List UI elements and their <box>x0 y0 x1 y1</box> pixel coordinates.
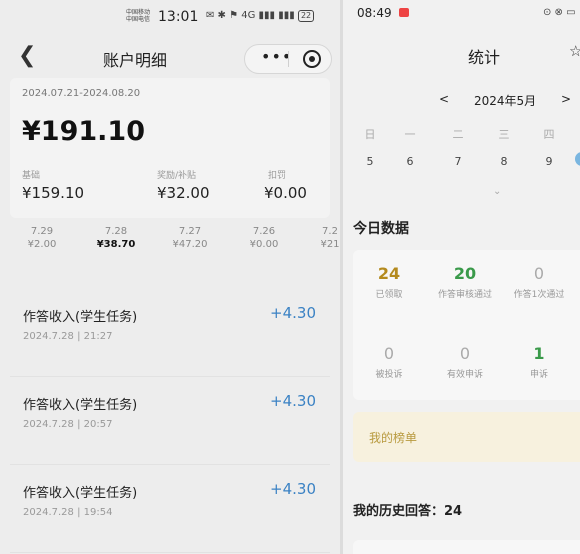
total-amount: ¥191.10 <box>22 116 145 147</box>
next-month-icon[interactable]: > <box>561 92 571 106</box>
metric-value: 0 <box>533 264 545 283</box>
today-section-title: 今日数据 <box>353 221 409 237</box>
transaction-amount: +4.30 <box>270 480 316 498</box>
weekday-label: 二 <box>452 128 464 141</box>
penalty-label: 扣罚 <box>268 171 287 181</box>
carrier-bottom: 中国电信 <box>126 16 151 23</box>
day-amount: ¥38.70 <box>96 239 136 250</box>
metric-claimed: 24 已领取 <box>349 264 429 300</box>
day-date: 7.28 <box>104 226 128 237</box>
metric-label: 申诉 <box>529 370 548 380</box>
period-range: 2024.07.21-2024.08.20 <box>22 88 141 99</box>
base-value: ¥159.10 <box>22 184 85 202</box>
metric-label: 有效申诉 <box>446 370 483 380</box>
metric-label: 已领取 <box>375 290 403 300</box>
metric-valid-appeal: 0 有效申诉 <box>425 344 505 380</box>
day-item[interactable]: 7.27 ¥47.20 <box>160 226 220 250</box>
weekday-label: 一 <box>404 128 416 141</box>
transaction-title: 作答收入(学生任务) <box>23 486 138 501</box>
month-navigator: < 2024年5月 > <box>343 92 580 112</box>
day-date: 7.29 <box>30 226 54 237</box>
weekday-label: 四 <box>543 128 555 141</box>
date-cell[interactable]: 6 <box>395 155 425 168</box>
metric-value: 20 <box>453 264 477 283</box>
day-item[interactable]: 7.26 ¥0.00 <box>234 226 294 250</box>
day-item-selected[interactable]: 7.28 ¥38.70 <box>86 226 146 250</box>
status-bar: 中国移动 中国电信 13:01 ✉ ✱ ⚑ 4G ▮▮▮ ▮▮▮ 22 <box>0 0 340 32</box>
left-screen: 中国移动 中国电信 13:01 ✉ ✱ ⚑ 4G ▮▮▮ ▮▮▮ 22 ❮ 账户… <box>0 0 340 554</box>
transaction-row[interactable]: 作答收入(学生任务) 2024.7.28 | 20:57 +4.30 <box>10 384 330 465</box>
transaction-title: 作答收入(学生任务) <box>23 310 138 325</box>
history-card <box>353 540 580 554</box>
transaction-title: 作答收入(学生任务) <box>23 398 138 413</box>
capsule-divider <box>288 51 289 67</box>
date-cell[interactable]: 8 <box>489 155 519 168</box>
today-marker[interactable] <box>575 152 580 166</box>
metric-label: 作答1次通过 <box>513 290 565 300</box>
day-date: 7.26 <box>252 226 276 237</box>
notification-icon <box>399 8 409 17</box>
history-answers: 我的历史回答：24 <box>353 504 463 519</box>
expand-calendar-icon[interactable]: ⌄ <box>493 186 501 197</box>
ranking-label: 我的榜单 <box>369 431 418 445</box>
carrier-top: 中国移动 <box>126 9 151 16</box>
close-target-icon[interactable] <box>303 50 321 68</box>
status-icons: ✉ ✱ ⚑ 4G ▮▮▮ ▮▮▮ 22 <box>206 10 315 22</box>
date-cell[interactable]: 9 <box>534 155 564 168</box>
transaction-time: 2024.7.28 | 21:27 <box>23 331 113 342</box>
transaction-time: 2024.7.28 | 19:54 <box>23 507 113 518</box>
metric-value: 24 <box>377 264 401 283</box>
status-icons: ⊙ ⊗ ▭ <box>543 7 576 18</box>
day-date: 7.2 <box>322 226 338 237</box>
date-cell[interactable]: 5 <box>355 155 385 168</box>
day-amount: ¥0.00 <box>249 239 279 250</box>
day-amount: ¥21 <box>320 239 340 250</box>
day-selector: 7.29 ¥2.00 7.28 ¥38.70 7.27 ¥47.20 7.26 … <box>10 226 340 276</box>
battery-icon: 22 <box>297 10 315 22</box>
day-date: 7.27 <box>178 226 202 237</box>
status-time: 13:01 <box>158 9 199 25</box>
metric-value: 1 <box>533 344 545 363</box>
metric-appeal: 1 申诉 <box>499 344 579 380</box>
transaction-row[interactable]: 作答收入(学生任务) 2024.7.28 | 19:54 +4.30 <box>10 472 330 553</box>
transaction-row[interactable]: 作答收入(学生任务) 2024.7.28 | 21:27 +4.30 <box>10 296 330 377</box>
metric-value: 0 <box>459 344 471 363</box>
metric-value: 0 <box>383 344 395 363</box>
right-screen: 08:49 ⊙ ⊗ ▭ 统计 ☆ < 2024年5月 > 日 一 二 三 四 5… <box>343 0 580 554</box>
date-cell[interactable]: 7 <box>443 155 473 168</box>
miniapp-capsule: ••• <box>244 44 332 74</box>
transaction-time: 2024.7.28 | 20:57 <box>23 419 113 430</box>
bonus-label: 奖励/补贴 <box>157 171 197 181</box>
metric-approved: 20 作答审核通过 <box>425 264 505 300</box>
metric-first-pass: 0 作答1次通过 <box>499 264 579 300</box>
day-item[interactable]: 7.29 ¥2.00 <box>12 226 72 250</box>
today-stats-card: 24 已领取 20 作答审核通过 0 作答1次通过 0 被投诉 0 有效申诉 1… <box>353 250 580 400</box>
current-month: 2024年5月 <box>474 94 537 108</box>
transaction-amount: +4.30 <box>270 392 316 410</box>
prev-month-icon[interactable]: < <box>439 92 449 106</box>
status-time: 08:49 <box>357 6 392 20</box>
carrier-label: 中国移动 中国电信 <box>126 9 150 23</box>
page-title: 统计 <box>468 48 501 67</box>
base-label: 基础 <box>22 171 41 181</box>
weekday-label: 日 <box>364 128 376 141</box>
weekday-label: 三 <box>498 128 510 141</box>
metric-complained: 0 被投诉 <box>349 344 429 380</box>
nav-bar: ❮ 账户明细 ••• <box>0 38 340 78</box>
signal-icons: ✉ ✱ ⚑ 4G ▮▮▮ ▮▮▮ <box>206 10 295 21</box>
star-icon[interactable]: ☆ <box>569 42 580 60</box>
day-item[interactable]: 7.2 ¥21 <box>300 226 340 250</box>
metric-label: 被投诉 <box>375 370 403 380</box>
summary-card: 2024.07.21-2024.08.20 ¥191.10 基础 ¥159.10… <box>10 78 330 218</box>
my-ranking-button[interactable]: 我的榜单 <box>353 412 580 462</box>
day-amount: ¥2.00 <box>27 239 57 250</box>
metric-label: 作答审核通过 <box>437 290 492 300</box>
transaction-amount: +4.30 <box>270 304 316 322</box>
day-amount: ¥47.20 <box>172 239 208 250</box>
bonus-value: ¥32.00 <box>157 184 210 202</box>
status-bar: 08:49 ⊙ ⊗ ▭ <box>343 0 580 32</box>
penalty-value: ¥0.00 <box>264 184 307 202</box>
